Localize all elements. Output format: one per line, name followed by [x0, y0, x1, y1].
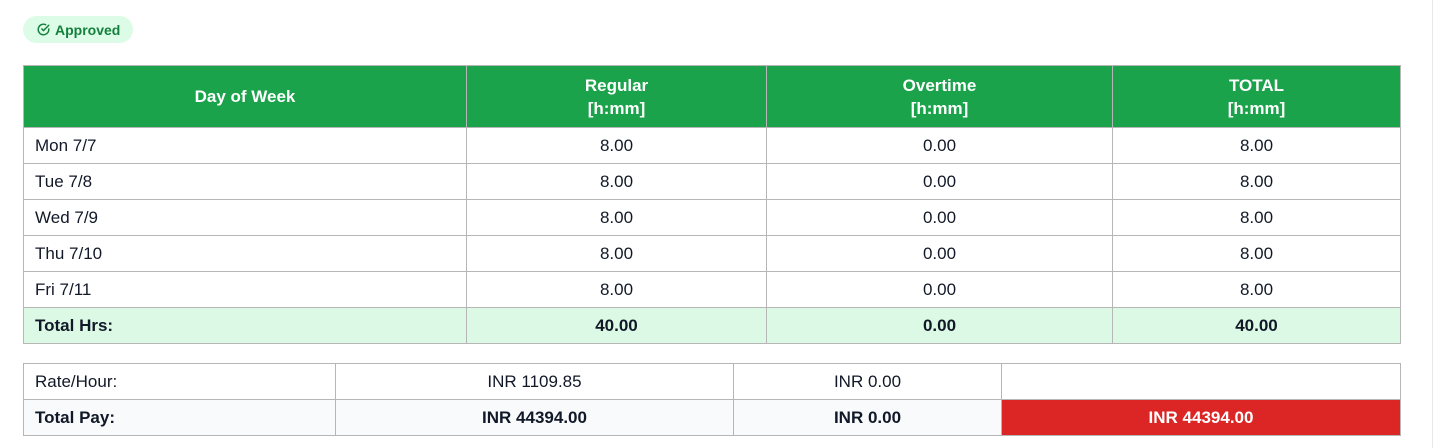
- table-row: Wed 7/9 8.00 0.00 8.00: [23, 199, 1401, 236]
- column-header-label: Overtime: [902, 75, 977, 95]
- overtime-hours-cell: 0.00: [766, 271, 1113, 308]
- total-hours-cell: 8.00: [1112, 271, 1401, 308]
- column-header-label: TOTAL: [1228, 75, 1285, 95]
- total-hours-cell: 8.00: [1112, 127, 1401, 164]
- rate-row: Rate/Hour: INR 1109.85 INR 0.00: [23, 363, 1401, 400]
- regular-rate-cell: INR 1109.85: [335, 363, 734, 400]
- column-header-unit: [h:mm]: [910, 98, 969, 118]
- total-pay-label: Total Pay:: [23, 399, 336, 436]
- total-rate-cell: [1001, 363, 1401, 400]
- regular-pay-cell: INR 44394.00: [335, 399, 734, 436]
- total-hours-cell: 8.00: [1112, 235, 1401, 272]
- column-header-overtime: Overtime [h:mm]: [766, 65, 1113, 128]
- column-header-unit: [h:mm]: [587, 98, 646, 118]
- total-hours-cell: 8.00: [1112, 199, 1401, 236]
- day-cell: Wed 7/9: [23, 199, 467, 236]
- total-regular-hours: 40.00: [466, 307, 767, 344]
- column-header-unit: [h:mm]: [1227, 98, 1286, 118]
- table-row: Tue 7/8 8.00 0.00 8.00: [23, 163, 1401, 200]
- column-header-label: Day of Week: [194, 87, 296, 106]
- day-cell: Tue 7/8: [23, 163, 467, 200]
- overtime-hours-cell: 0.00: [766, 235, 1113, 272]
- regular-hours-cell: 8.00: [466, 235, 767, 272]
- check-circle-icon: [37, 23, 50, 36]
- regular-hours-cell: 8.00: [466, 199, 767, 236]
- total-overtime-hours: 0.00: [766, 307, 1113, 344]
- grand-total-pay: INR 44394.00: [1001, 399, 1401, 436]
- hours-table: Day of Week Regular [h:mm] Overtime [h:m…: [23, 65, 1401, 344]
- status-badge-label: Approved: [55, 21, 121, 38]
- overtime-rate-cell: INR 0.00: [733, 363, 1002, 400]
- total-hours-cell: 8.00: [1112, 163, 1401, 200]
- column-header-regular: Regular [h:mm]: [466, 65, 767, 128]
- column-header-total: TOTAL [h:mm]: [1112, 65, 1401, 128]
- regular-hours-cell: 8.00: [466, 127, 767, 164]
- overtime-hours-cell: 0.00: [766, 127, 1113, 164]
- regular-hours-cell: 8.00: [466, 163, 767, 200]
- grand-total-hours: 40.00: [1112, 307, 1401, 344]
- total-pay-row: Total Pay: INR 44394.00 INR 0.00 INR 443…: [23, 399, 1401, 436]
- column-header-label: Regular: [584, 75, 649, 95]
- overtime-pay-cell: INR 0.00: [733, 399, 1002, 436]
- total-hours-label: Total Hrs:: [23, 307, 467, 344]
- total-hours-row: Total Hrs: 40.00 0.00 40.00: [23, 307, 1401, 344]
- hours-table-header: Day of Week Regular [h:mm] Overtime [h:m…: [23, 65, 1401, 128]
- day-cell: Fri 7/11: [23, 271, 467, 308]
- table-row: Mon 7/7 8.00 0.00 8.00: [23, 127, 1401, 164]
- timesheet-page: Approved Day of Week Regular [h:mm] Over…: [0, 0, 1447, 448]
- overtime-hours-cell: 0.00: [766, 163, 1113, 200]
- rate-label: Rate/Hour:: [23, 363, 336, 400]
- column-header-day: Day of Week: [23, 65, 467, 128]
- pay-table: Rate/Hour: INR 1109.85 INR 0.00 Total Pa…: [23, 363, 1401, 436]
- day-cell: Mon 7/7: [23, 127, 467, 164]
- table-row: Thu 7/10 8.00 0.00 8.00: [23, 235, 1401, 272]
- page-divider: [1432, 0, 1433, 448]
- regular-hours-cell: 8.00: [466, 271, 767, 308]
- status-badge: Approved: [23, 16, 134, 43]
- table-row: Fri 7/11 8.00 0.00 8.00: [23, 271, 1401, 308]
- overtime-hours-cell: 0.00: [766, 199, 1113, 236]
- day-cell: Thu 7/10: [23, 235, 467, 272]
